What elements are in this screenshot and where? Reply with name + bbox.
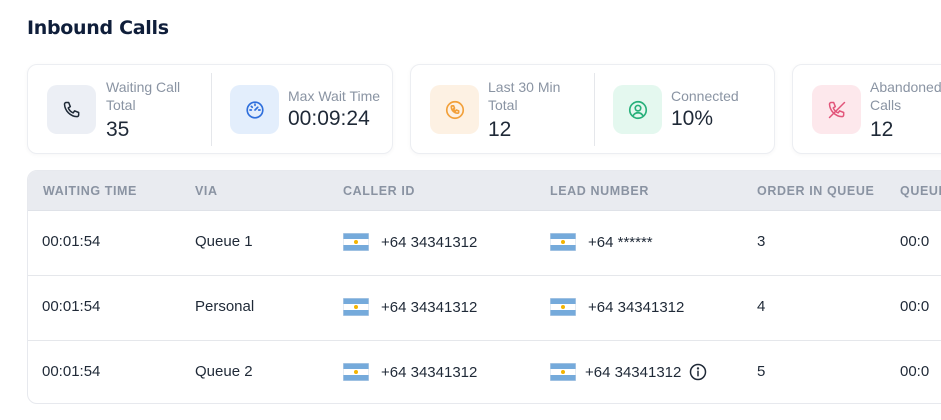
lead-number-cell: +64 ****** [550, 233, 653, 251]
stat-label-sub: Total [106, 97, 136, 113]
stat-abandoned: Abandoned Calls 12 [793, 65, 941, 153]
queue-time-cell: 00:0 [900, 363, 930, 380]
table-row[interactable]: 00:01:54 Personal +64 34341312 +64 34341… [28, 276, 941, 341]
column-header-via[interactable]: VIA [195, 184, 218, 198]
stat-label: Abandoned [870, 79, 941, 95]
caller-id-number: +64 34341312 [381, 363, 478, 381]
stat-card-waiting: Waiting Call Total 35 Max Wait Time 00:0… [27, 64, 393, 154]
column-header-order-in-queue[interactable]: ORDER IN QUEUE [757, 184, 874, 198]
lead-number-cell: +64 34341312 [550, 363, 707, 381]
phone-call-icon [430, 85, 479, 134]
stat-value: 10% [671, 107, 714, 130]
column-header-lead-number[interactable]: LEAD NUMBER [550, 184, 649, 198]
via-cell: Personal [195, 298, 255, 315]
stat-connected: Connected 10% [595, 65, 775, 153]
argentina-flag-icon [343, 363, 369, 381]
caller-id-cell: +64 34341312 [343, 233, 477, 251]
stat-waiting-calls: Waiting Call Total 35 [28, 65, 211, 153]
order-in-queue-cell: 3 [757, 233, 766, 250]
stat-value: 35 [106, 118, 130, 141]
user-circle-icon [613, 85, 662, 134]
lead-number: +64 34341312 [588, 298, 685, 316]
stat-value: 00:09:24 [288, 107, 370, 130]
argentina-flag-icon [343, 233, 369, 251]
column-header-waiting-time[interactable]: WAITING TIME [43, 184, 137, 198]
caller-id-cell: +64 34341312 [343, 298, 477, 316]
waiting-time-cell: 00:01:54 [42, 363, 101, 380]
table-header: WAITING TIME VIA CALLER ID LEAD NUMBER O… [28, 171, 941, 211]
argentina-flag-icon [343, 298, 369, 316]
argentina-flag-icon [550, 233, 576, 251]
table-row[interactable]: 00:01:54 Queue 2 +64 34341312 +64 343413… [28, 341, 941, 403]
stat-value: 12 [488, 118, 512, 141]
via-cell: Queue 1 [195, 233, 253, 250]
page-title: Inbound Calls [27, 17, 169, 39]
caller-id-cell: +64 34341312 [343, 363, 477, 381]
stat-label-sub: Calls [870, 97, 902, 113]
order-in-queue-cell: 5 [757, 363, 766, 380]
argentina-flag-icon [550, 363, 576, 381]
stat-label: Last 30 Min [488, 79, 561, 95]
queue-time-cell: 00:0 [900, 298, 930, 315]
column-header-queue[interactable]: QUEUE [900, 184, 941, 198]
stat-label: Waiting Call [106, 79, 181, 95]
stat-label: Connected [671, 88, 739, 104]
waiting-time-cell: 00:01:54 [42, 298, 101, 315]
order-in-queue-cell: 4 [757, 298, 766, 315]
lead-number: +64 ****** [588, 233, 653, 251]
stat-max-wait: Max Wait Time 00:09:24 [212, 65, 392, 153]
table-row[interactable]: 00:01:54 Queue 1 +64 34341312 +64 ******… [28, 211, 941, 276]
speedometer-icon [230, 85, 279, 134]
info-icon[interactable] [689, 363, 707, 381]
caller-id-number: +64 34341312 [381, 233, 478, 251]
stat-card-abandoned: Abandoned Calls 12 [792, 64, 941, 154]
stat-value: 12 [870, 118, 894, 141]
phone-icon [47, 85, 96, 134]
queue-time-cell: 00:0 [900, 233, 930, 250]
stat-card-recent: Last 30 Min Total 12 Connected 10% [410, 64, 775, 154]
phone-missed-icon [812, 85, 861, 134]
waiting-time-cell: 00:01:54 [42, 233, 101, 250]
column-header-caller-id[interactable]: CALLER ID [343, 184, 415, 198]
caller-id-number: +64 34341312 [381, 298, 478, 316]
stat-label-sub: Total [488, 97, 518, 113]
inbound-calls-table: WAITING TIME VIA CALLER ID LEAD NUMBER O… [27, 170, 941, 404]
lead-number: +64 34341312 [585, 363, 682, 381]
via-cell: Queue 2 [195, 363, 253, 380]
stat-last-30-min: Last 30 Min Total 12 [411, 65, 594, 153]
lead-number-cell: +64 34341312 [550, 298, 684, 316]
stat-label: Max Wait Time [288, 88, 381, 104]
argentina-flag-icon [550, 298, 576, 316]
